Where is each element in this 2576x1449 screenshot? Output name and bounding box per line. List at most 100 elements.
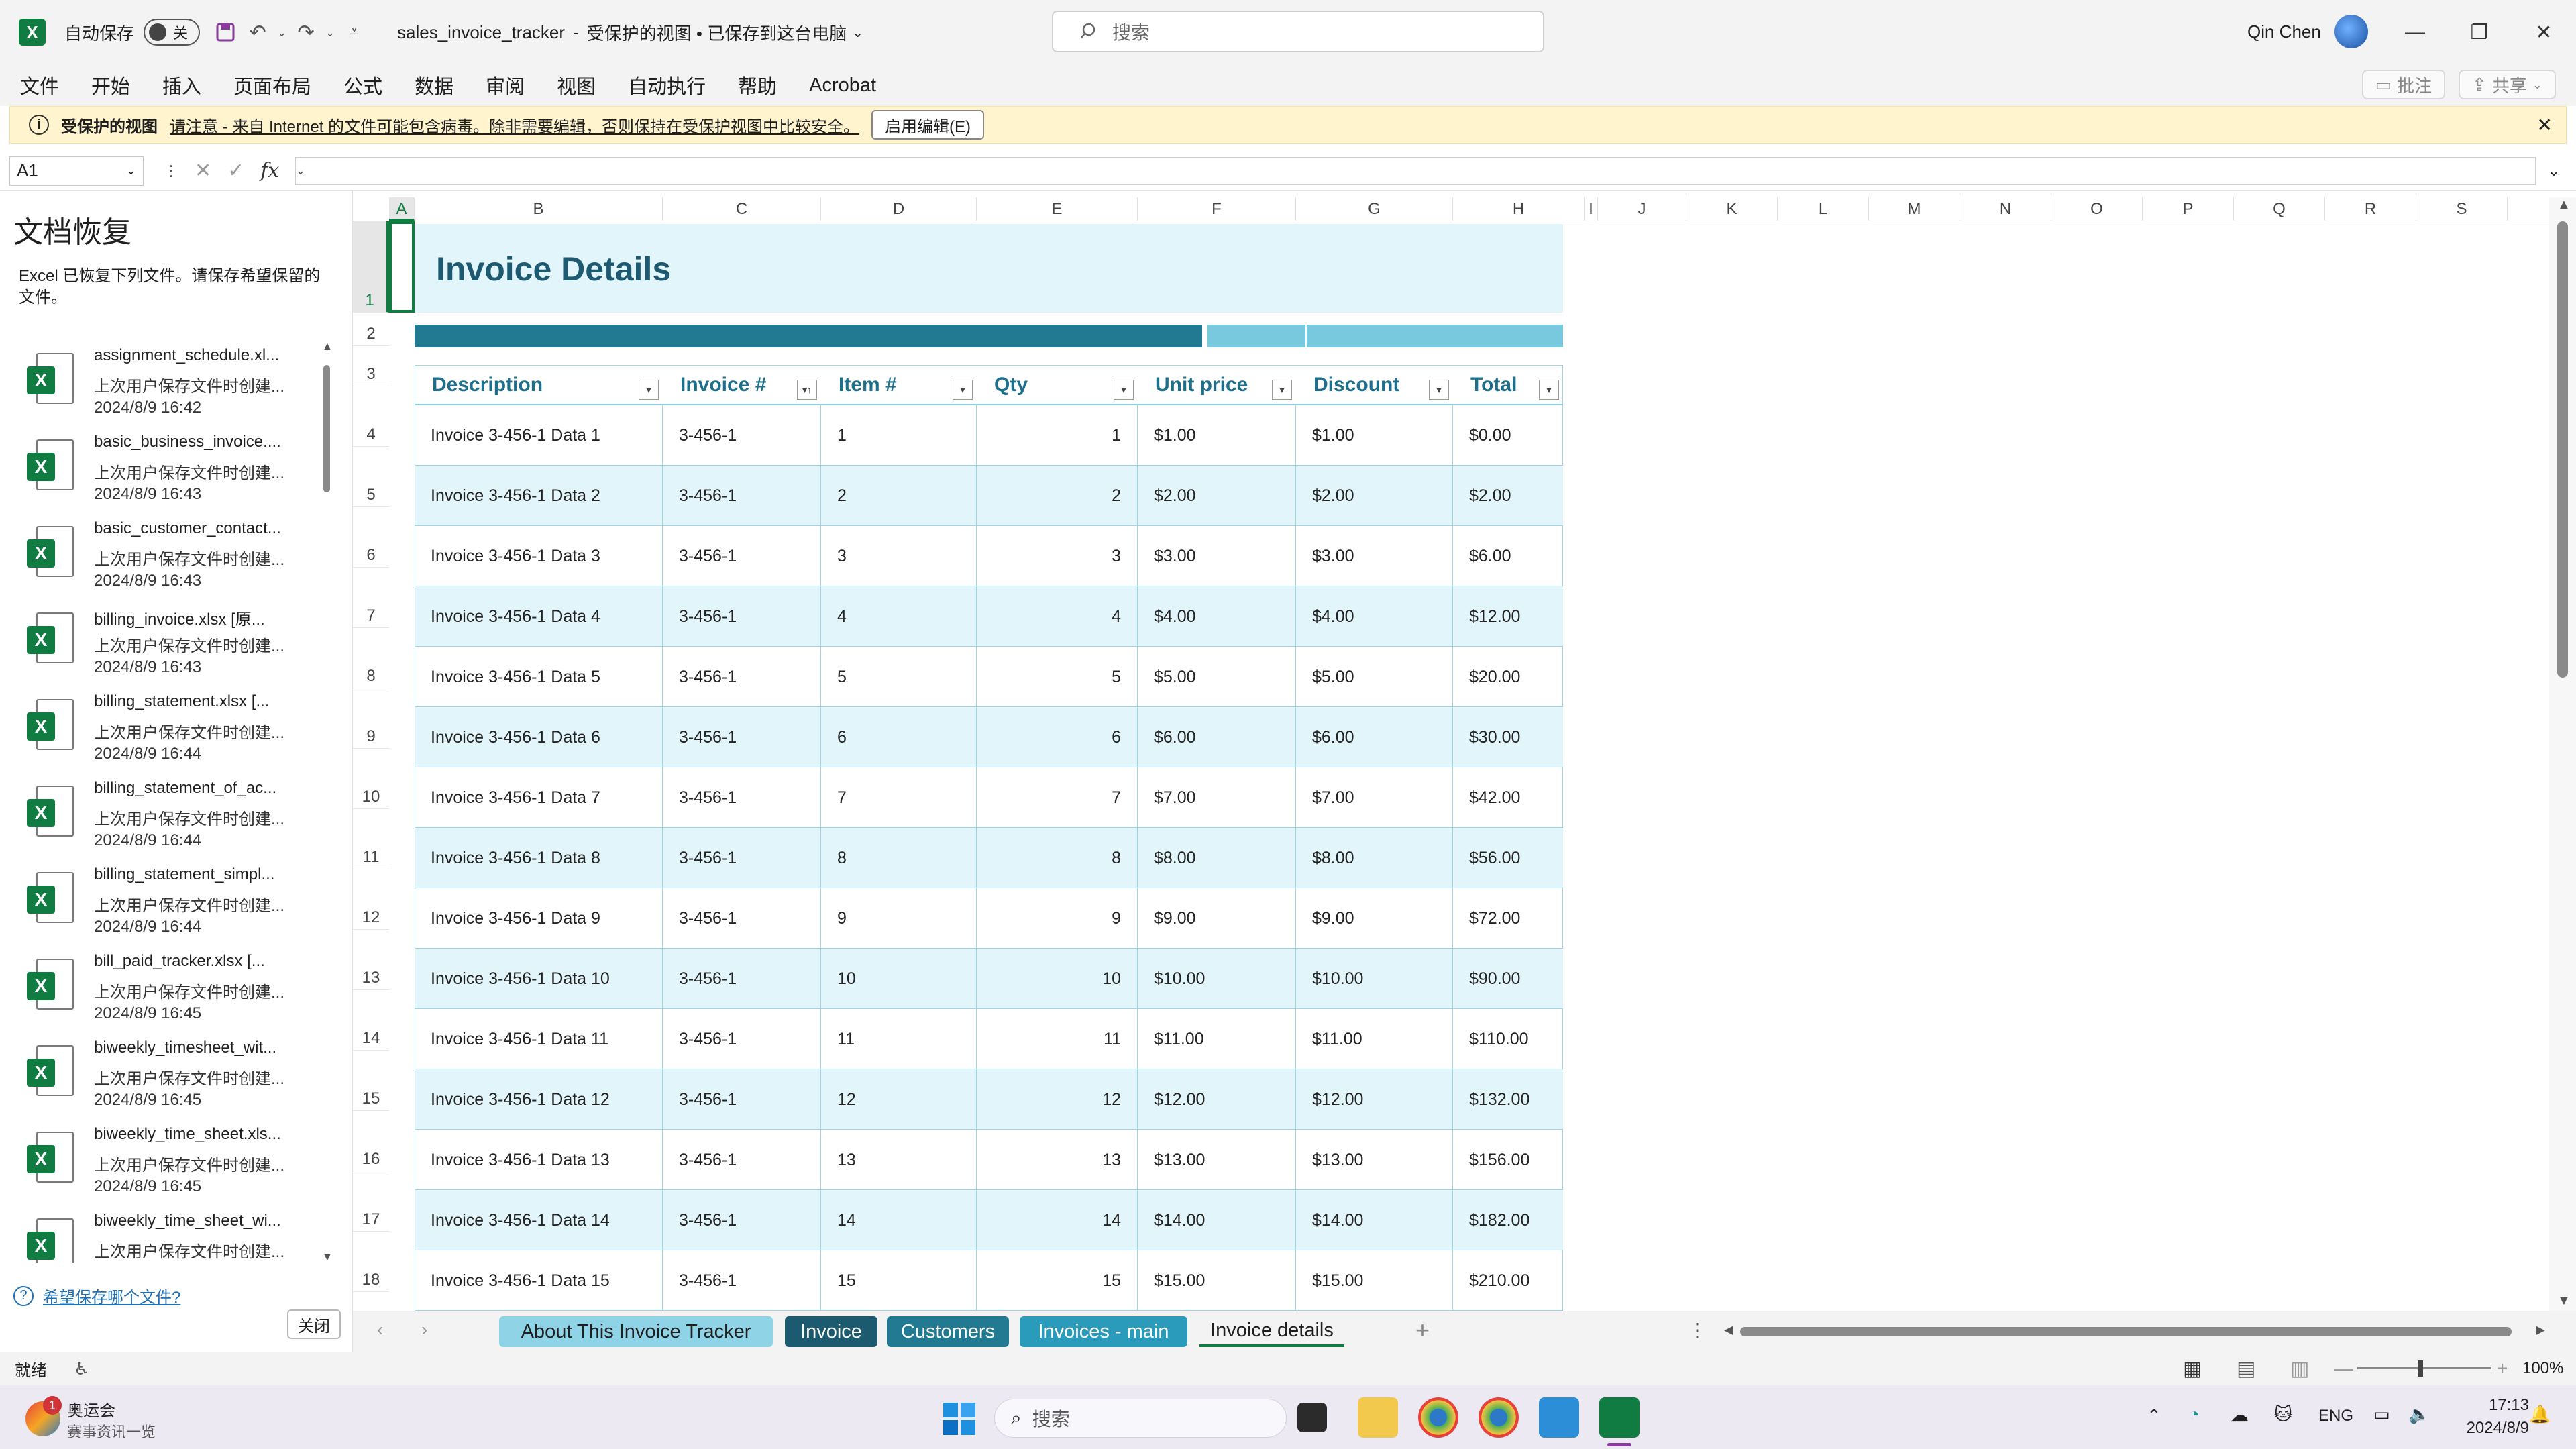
menu-automate[interactable]: 自动执行 <box>628 71 706 99</box>
table-cell[interactable]: 11 <box>821 1009 977 1069</box>
table-cell[interactable]: $90.00 <box>1453 949 1563 1009</box>
table-cell[interactable]: $5.00 <box>1296 647 1453 707</box>
table-cell[interactable]: $13.00 <box>1296 1130 1453 1190</box>
zoom-level[interactable]: 100% <box>2522 1359 2563 1378</box>
column-header-s[interactable]: S <box>2416 197 2508 221</box>
undo-icon[interactable]: ↶ <box>241 16 274 48</box>
table-cell[interactable]: 8 <box>821 828 977 888</box>
filter-dropdown-icon[interactable]: ▾ <box>953 380 973 400</box>
table-cell[interactable]: Invoice 3-456-1 Data 7 <box>415 767 663 828</box>
sheet-tab[interactable]: Invoice details <box>1199 1316 1344 1347</box>
table-cell[interactable]: $72.00 <box>1453 888 1563 949</box>
table-cell[interactable]: $6.00 <box>1138 707 1296 767</box>
column-header-j[interactable]: J <box>1598 197 1686 221</box>
table-cell[interactable]: 6 <box>977 707 1138 767</box>
column-header-l[interactable]: L <box>1778 197 1869 221</box>
filter-dropdown-icon[interactable]: ▾ <box>639 380 659 400</box>
scroll-down-icon[interactable]: ▼ <box>322 1252 333 1264</box>
sheet-tab[interactable]: About This Invoice Tracker <box>499 1316 773 1347</box>
table-cell[interactable]: 3 <box>821 526 977 586</box>
table-cell[interactable]: 3-456-1 <box>663 1009 821 1069</box>
sheet-tab[interactable]: Customers <box>887 1316 1009 1347</box>
onedrive-icon[interactable]: ☁ <box>2230 1404 2249 1426</box>
table-cell[interactable]: $8.00 <box>1138 828 1296 888</box>
table-cell[interactable]: $9.00 <box>1296 888 1453 949</box>
scroll-down-icon[interactable]: ▼ <box>2557 1293 2571 1309</box>
table-cell[interactable]: 10 <box>821 949 977 1009</box>
table-cell[interactable]: Invoice 3-456-1 Data 14 <box>415 1190 663 1250</box>
list-item[interactable]: Xbill_paid_tracker.xlsx [... 上次用户保存文件时创建.… <box>0 943 335 1029</box>
news-title[interactable]: 奥运会 <box>67 1397 115 1421</box>
table-cell[interactable]: $11.00 <box>1296 1009 1453 1069</box>
table-cell[interactable]: Invoice 3-456-1 Data 5 <box>415 647 663 707</box>
table-cell[interactable]: $210.00 <box>1453 1250 1563 1311</box>
excel-taskbar-icon[interactable] <box>1599 1397 1640 1438</box>
table-cell[interactable]: 11 <box>977 1009 1138 1069</box>
column-header-a[interactable]: A <box>389 197 415 221</box>
table-cell[interactable]: 7 <box>977 767 1138 828</box>
row-header[interactable]: 6 <box>353 507 389 568</box>
scroll-thumb[interactable] <box>323 365 330 492</box>
table-cell[interactable]: $110.00 <box>1453 1009 1563 1069</box>
menu-acrobat[interactable]: Acrobat <box>809 74 876 97</box>
column-header-f[interactable]: F <box>1138 197 1296 221</box>
row-header[interactable]: 13 <box>353 930 389 990</box>
row-header[interactable]: 14 <box>353 990 389 1051</box>
zoom-slider-thumb[interactable] <box>2418 1360 2423 1377</box>
more-options-icon[interactable]: ⋮ <box>164 162 178 180</box>
name-box[interactable]: A1 ⌄ <box>9 156 144 186</box>
menu-insert[interactable]: 插入 <box>162 71 201 99</box>
volume-icon[interactable]: 🔈 <box>2408 1404 2430 1425</box>
row-header[interactable]: 12 <box>353 869 389 930</box>
table-cell[interactable]: $156.00 <box>1453 1130 1563 1190</box>
table-cell[interactable]: 3-456-1 <box>663 586 821 647</box>
news-subtitle[interactable]: 赛事资讯一览 <box>67 1420 156 1442</box>
table-cell[interactable]: $13.00 <box>1138 1130 1296 1190</box>
row-header[interactable]: 9 <box>353 688 389 749</box>
table-cell[interactable]: 10 <box>977 949 1138 1009</box>
table-cell[interactable]: Invoice 3-456-1 Data 1 <box>415 405 663 466</box>
list-item[interactable]: Xbilling_statement_simpl... 上次用户保存文件时创建..… <box>0 856 335 943</box>
sheet-tab[interactable]: Invoices - main <box>1020 1316 1187 1347</box>
row-header[interactable]: 2 <box>353 313 389 346</box>
table-cell[interactable]: 3-456-1 <box>663 647 821 707</box>
column-header-k[interactable]: K <box>1686 197 1778 221</box>
redo-icon[interactable]: ↷ <box>290 16 322 48</box>
zoom-slider[interactable] <box>2357 1367 2491 1369</box>
chrome-icon[interactable] <box>1418 1397 1458 1438</box>
table-cell[interactable]: 13 <box>821 1130 977 1190</box>
table-cell[interactable]: $30.00 <box>1453 707 1563 767</box>
table-cell[interactable]: 3-456-1 <box>663 949 821 1009</box>
table-cell[interactable]: 3-456-1 <box>663 888 821 949</box>
restore-icon[interactable]: ❐ <box>2447 0 2512 64</box>
menu-data[interactable]: 数据 <box>415 71 453 99</box>
table-cell[interactable]: $1.00 <box>1138 405 1296 466</box>
table-cell[interactable]: 4 <box>821 586 977 647</box>
table-cell[interactable]: Invoice 3-456-1 Data 6 <box>415 707 663 767</box>
table-cell[interactable]: $4.00 <box>1138 586 1296 647</box>
column-header-r[interactable]: R <box>2325 197 2416 221</box>
table-cell[interactable]: 3-456-1 <box>663 1069 821 1130</box>
table-cell[interactable]: 14 <box>977 1190 1138 1250</box>
prev-sheet-icon[interactable]: ‹ <box>377 1319 383 1340</box>
insert-function-icon[interactable]: fx <box>260 159 279 182</box>
column-header-m[interactable]: M <box>1869 197 1960 221</box>
list-item[interactable]: Xbilling_invoice.xlsx [原... 上次用户保存文件时创建..… <box>0 596 335 683</box>
formula-input[interactable] <box>295 157 2536 185</box>
page-layout-view-icon[interactable]: ▤ <box>2237 1357 2255 1381</box>
windows-start-icon[interactable] <box>943 1403 975 1435</box>
table-cell[interactable]: 7 <box>821 767 977 828</box>
menu-formulas[interactable]: 公式 <box>343 71 382 99</box>
next-sheet-icon[interactable]: › <box>421 1319 427 1340</box>
column-header-p[interactable]: P <box>2143 197 2234 221</box>
which-files-link[interactable]: 希望保存哪个文件? <box>43 1284 180 1307</box>
close-window-icon[interactable]: ✕ <box>2512 0 2576 64</box>
table-cell[interactable]: $20.00 <box>1453 647 1563 707</box>
table-cell[interactable]: $42.00 <box>1453 767 1563 828</box>
selected-cell-a1[interactable] <box>389 221 415 313</box>
search-input[interactable]: 搜索 <box>1052 11 1544 52</box>
menu-page-layout[interactable]: 页面布局 <box>233 71 311 99</box>
minimize-icon[interactable]: — <box>2383 0 2447 64</box>
table-cell[interactable]: $182.00 <box>1453 1190 1563 1250</box>
task-view-icon[interactable] <box>1297 1403 1327 1432</box>
